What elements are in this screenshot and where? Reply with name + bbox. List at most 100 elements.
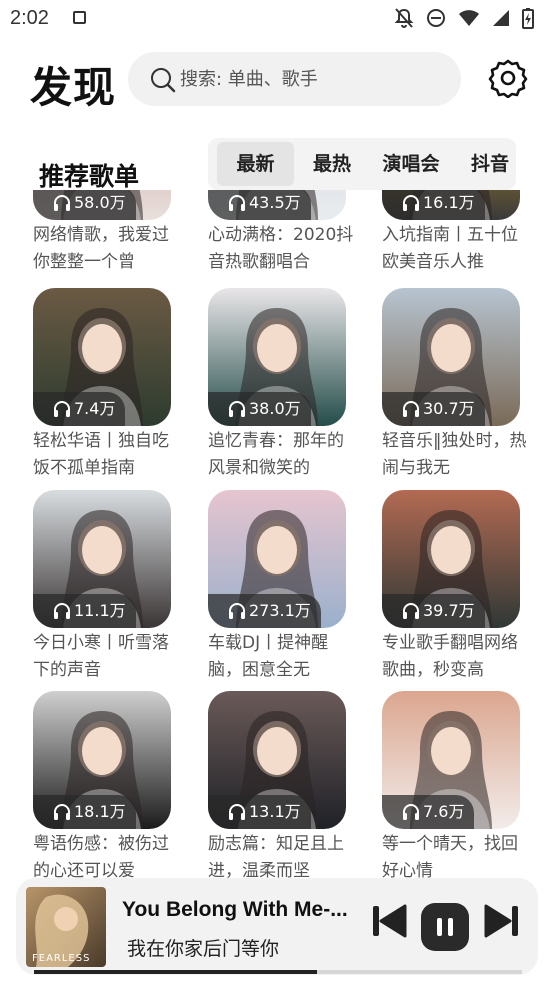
headphones-icon [403,401,419,417]
tab-hottest[interactable]: 最热 [304,142,360,186]
headphones-icon [229,603,245,619]
playlist-title: 网络情歌，我爱过你整整一个曾 [33,225,169,272]
play-count: 18.1万 [33,795,136,829]
search-input[interactable] [180,64,440,94]
playback-progress[interactable] [34,970,522,974]
playlist-title: 今日小寒丨听雪落下的声音 [33,633,169,680]
play-count: 13.1万 [208,795,311,829]
playlist-title: 轻音乐‖独处时，热闹与我无 [382,431,527,478]
headphones-icon [54,603,70,619]
playlist-title: 车载DJ丨提神醒脑，困意全无 [208,633,329,680]
progress-fill [34,970,318,974]
mini-player[interactable]: FEARLESS You Belong With Me-... 我在你家后门等你 [16,878,538,975]
play-count-value: 18.1万 [74,802,126,821]
playlist-cover[interactable]: 39.7万 [382,490,520,628]
play-count: 16.1万 [382,190,485,220]
play-count-value: 39.7万 [423,601,475,620]
playlist-card[interactable]: 43.5万心动满格：2020抖音热歌翻唱合 [208,190,353,282]
battery-charging-icon [522,8,534,29]
playlist-title: 轻松华语丨独自吃饭不孤单指南 [33,431,169,478]
next-track-icon[interactable] [482,904,520,938]
playlist-card[interactable]: 273.1万车载DJ丨提神醒脑，困意全无 [208,490,348,690]
play-count-value: 273.1万 [249,601,311,620]
playlist-title: 专业歌手翻唱网络歌曲，秒变高 [382,633,518,680]
playlist-card[interactable]: 13.1万励志篇：知足且上进，温柔而坚 [208,691,348,878]
playlist-card[interactable]: 38.0万追忆青春：那年的风景和微笑的 [208,288,348,488]
play-count: 273.1万 [208,594,321,628]
playlist-cover[interactable]: 16.1万 [382,190,520,220]
playlist-cover[interactable]: 43.5万 [208,190,346,220]
play-count-value: 13.1万 [249,802,301,821]
headphones-icon [229,804,245,820]
headphones-icon [54,401,70,417]
pause-button[interactable] [421,903,469,951]
status-bar: 2:02 [0,0,554,38]
album-text: FEARLESS [32,953,90,964]
playlist-card[interactable]: 39.7万专业歌手翻唱网络歌曲，秒变高 [382,490,522,690]
play-count: 43.5万 [208,190,311,220]
playlist-cover[interactable]: 273.1万 [208,490,346,628]
playlist-card[interactable]: 30.7万轻音乐‖独处时，热闹与我无 [382,288,527,488]
play-count-value: 11.1万 [74,601,126,620]
play-count: 38.0万 [208,392,311,426]
playlist-card[interactable]: 16.1万入坑指南丨五十位欧美音乐人推 [382,190,522,282]
previous-track-icon[interactable] [371,904,409,938]
signal-icon [493,10,509,26]
playlist-title: 等一个晴天，找回好心情 [382,834,518,878]
playlist-title: 追忆青春：那年的风景和微笑的 [208,431,344,478]
playlist-title: 心动满格：2020抖音热歌翻唱合 [208,225,354,272]
play-count-value: 43.5万 [249,193,301,212]
search-icon [151,68,176,93]
tab-latest[interactable]: 最新 [217,142,294,186]
play-count: 11.1万 [33,594,136,628]
playlist-cover[interactable]: 18.1万 [33,691,171,829]
status-time: 2:02 [10,7,49,29]
play-count-value: 38.0万 [249,399,301,418]
playlist-cover[interactable]: 7.6万 [382,691,520,829]
section-title: 推荐歌单 [39,162,140,191]
playlist-card[interactable]: 58.0万网络情歌，我爱过你整整一个曾 [33,190,173,282]
playlist-cover[interactable]: 13.1万 [208,691,346,829]
tab-concert[interactable]: 演唱会 [374,142,448,186]
play-count-value: 30.7万 [423,399,475,418]
pause-icon [437,918,442,936]
playlist-card[interactable]: 11.1万今日小寒丨听雪落下的声音 [33,490,173,690]
headphones-icon [403,804,419,820]
playlist-card[interactable]: 7.6万等一个晴天，找回好心情 [382,691,522,878]
playlist-cover[interactable]: 58.0万 [33,190,171,220]
headphones-icon [403,603,419,619]
play-count: 7.6万 [382,795,475,829]
playlist-cover[interactable]: 7.4万 [33,288,171,426]
headphones-icon [54,804,70,820]
mute-notification-icon [394,8,414,28]
playlist-card[interactable]: 7.4万轻松华语丨独自吃饭不孤单指南 [33,288,173,488]
play-count-value: 7.6万 [423,802,465,821]
settings-gear-icon[interactable] [488,58,528,98]
page-title: 发现 [30,63,117,112]
play-count-value: 58.0万 [74,193,126,212]
play-count: 7.4万 [33,392,126,426]
playlist-card[interactable]: 18.1万粤语伤感：被伤过的心还可以爱 [33,691,173,878]
song-title: You Belong With Me-... [122,898,348,921]
playlist-title: 励志篇：知足且上进，温柔而坚 [208,834,344,878]
playlist-title: 入坑指南丨五十位欧美音乐人推 [382,225,518,272]
playlist-grid: 58.0万网络情歌，我爱过你整整一个曾 43.5万心动满格：2020抖音热歌翻唱合… [0,190,554,878]
search-bar[interactable] [128,52,461,106]
playlist-cover[interactable]: 11.1万 [33,490,171,628]
album-cover[interactable]: FEARLESS [26,887,106,967]
status-icons [394,7,534,29]
wifi-icon [459,10,479,26]
headphones-icon [229,401,245,417]
headphones-icon [54,195,70,211]
headphones-icon [229,195,245,211]
headphones-icon [403,195,419,211]
playlist-cover[interactable]: 30.7万 [382,288,520,426]
play-count: 30.7万 [382,392,485,426]
playlist-title: 粤语伤感：被伤过的心还可以爱 [33,834,169,878]
play-count-value: 7.4万 [74,399,116,418]
play-count-value: 16.1万 [423,193,475,212]
playlist-cover[interactable]: 38.0万 [208,288,346,426]
notification-icon [73,11,86,24]
play-count: 58.0万 [33,190,136,220]
tab-douyin[interactable]: 抖音 [460,142,516,186]
